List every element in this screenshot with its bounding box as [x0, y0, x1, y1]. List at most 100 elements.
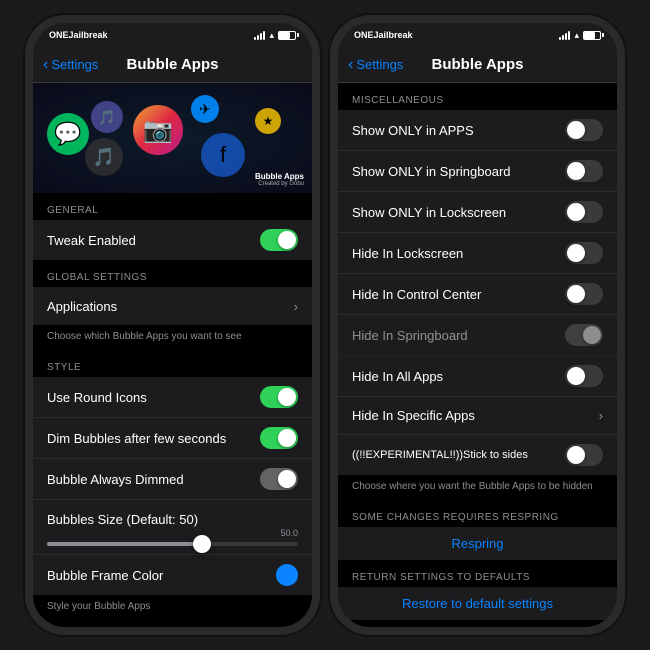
page-title-left: Bubble Apps — [127, 56, 219, 73]
hero-image: 💬 🎵 🎵 📷 ✈ f ★ Bubble Apps Created — [33, 83, 312, 193]
tweak-enabled-row[interactable]: Tweak Enabled — [33, 220, 312, 260]
tweak-enabled-label: Tweak Enabled — [47, 233, 136, 248]
nav-bar-right: ‹ Settings Bubble Apps — [338, 47, 617, 83]
hero-title: Bubble Apps — [255, 172, 304, 181]
applications-row[interactable]: Applications › — [33, 287, 312, 325]
section-header-general: GENERAL — [33, 193, 312, 220]
show-only-apps-label: Show ONLY in APPS — [352, 123, 474, 138]
dim-bubbles-label: Dim Bubbles after few seconds — [47, 431, 226, 446]
section-badges: BADGES — [33, 620, 312, 627]
stick-to-sides-toggle[interactable] — [565, 444, 603, 466]
stick-to-sides-row[interactable]: ((!!EXPERIMENTAL!!))Stick to sides — [338, 435, 617, 475]
section-defaults: RETURN SETTINGS TO DEFAULTS Restore to d… — [338, 560, 617, 620]
style-sublabel: Style your Bubble Apps — [33, 595, 312, 620]
carrier-left: ONEJailbreak — [49, 30, 108, 40]
show-only-springboard-label: Show ONLY in Springboard — [352, 164, 511, 179]
hide-specific-apps-label: Hide In Specific Apps — [352, 408, 475, 423]
show-only-springboard-row[interactable]: Show ONLY in Springboard — [338, 151, 617, 192]
back-label-left: Settings — [51, 57, 98, 72]
restore-defaults-button[interactable]: Restore to default settings — [338, 587, 617, 620]
slider-track: 50.0 — [47, 542, 298, 546]
stick-to-sides-label: ((!!EXPERIMENTAL!!))Stick to sides — [352, 449, 528, 461]
status-icons-right: ▴ — [559, 30, 601, 41]
bubbles-size-row: Bubbles Size (Default: 50) — [33, 500, 312, 538]
nav-bar-left: ‹ Settings Bubble Apps — [33, 47, 312, 83]
section-style: STYLE Use Round Icons Dim Bubbles after … — [33, 350, 312, 620]
section-header-global: GLOBAL SETTINGS — [33, 260, 312, 287]
bubbles-size-slider[interactable]: 50.0 — [33, 538, 312, 555]
section-body-general: Tweak Enabled — [33, 220, 312, 260]
battery-icon — [278, 31, 296, 40]
signal-icon-right — [559, 31, 570, 40]
always-dimmed-label: Bubble Always Dimmed — [47, 472, 184, 487]
section-body-misc: Show ONLY in APPS Show ONLY in Springboa… — [338, 110, 617, 475]
always-dimmed-toggle[interactable] — [260, 468, 298, 490]
hide-all-apps-toggle[interactable] — [565, 365, 603, 387]
hide-control-center-label: Hide In Control Center — [352, 287, 481, 302]
back-button-left[interactable]: ‹ Settings — [43, 57, 98, 73]
show-only-springboard-toggle[interactable] — [565, 160, 603, 182]
disclosure-chevron-icon: › — [294, 299, 298, 314]
section-header-misc: MISCELLANEOUS — [338, 83, 617, 110]
battery-icon-right — [583, 31, 601, 40]
status-icons-left: ▴ — [254, 30, 296, 41]
section-misc: MISCELLANEOUS Show ONLY in APPS Show ONL… — [338, 83, 617, 500]
hide-springboard-label: Hide In Springboard — [352, 328, 468, 343]
section-about: ABOUT ME 🍺 Buy me a beer ;) 🐦 Follow me … — [338, 620, 617, 627]
back-button-right[interactable]: ‹ Settings — [348, 57, 403, 73]
section-header-about: ABOUT ME — [338, 620, 617, 627]
hide-all-apps-row[interactable]: Hide In All Apps — [338, 356, 617, 397]
hide-lockscreen-label: Hide In Lockscreen — [352, 246, 463, 261]
hide-control-center-row[interactable]: Hide In Control Center — [338, 274, 617, 315]
content-left[interactable]: 💬 🎵 🎵 📷 ✈ f ★ Bubble Apps Created — [33, 83, 312, 627]
round-icons-row[interactable]: Use Round Icons — [33, 377, 312, 418]
hide-specific-apps-row[interactable]: Hide In Specific Apps › — [338, 397, 617, 435]
bubble-small1: 🎵 — [91, 101, 123, 133]
hide-lockscreen-toggle[interactable] — [565, 242, 603, 264]
section-body-defaults: Restore to default settings — [338, 587, 617, 620]
content-right[interactable]: MISCELLANEOUS Show ONLY in APPS Show ONL… — [338, 83, 617, 627]
phone-right: ONEJailbreak ▴ ‹ Settings Bubble Apps MI… — [330, 15, 625, 635]
bubble-small2: ★ — [255, 108, 281, 134]
respring-label: Respring — [451, 536, 503, 551]
section-body-style: Use Round Icons Dim Bubbles after few se… — [33, 377, 312, 595]
section-header-badges: BADGES — [33, 620, 312, 627]
section-header-defaults: RETURN SETTINGS TO DEFAULTS — [338, 560, 617, 587]
carrier-right: ONEJailbreak — [354, 30, 413, 40]
respring-button[interactable]: Respring — [338, 527, 617, 560]
slider-value: 50.0 — [280, 528, 298, 538]
hero-subtitle: Created by Gobu — [255, 181, 304, 187]
show-only-lockscreen-label: Show ONLY in Lockscreen — [352, 205, 506, 220]
hide-springboard-row[interactable]: Hide In Springboard — [338, 315, 617, 356]
restore-defaults-label: Restore to default settings — [402, 596, 553, 611]
round-icons-label: Use Round Icons — [47, 390, 147, 405]
bubble-tiktok: 🎵 — [85, 138, 123, 176]
signal-icon — [254, 31, 265, 40]
chevron-left-icon-right: ‹ — [348, 57, 353, 73]
round-icons-toggle[interactable] — [260, 386, 298, 408]
frame-color-row[interactable]: Bubble Frame Color — [33, 555, 312, 595]
show-only-apps-row[interactable]: Show ONLY in APPS — [338, 110, 617, 151]
bubble-whatsapp: 💬 — [47, 113, 89, 155]
hide-springboard-toggle[interactable] — [565, 324, 603, 346]
show-only-apps-toggle[interactable] — [565, 119, 603, 141]
hide-control-center-toggle[interactable] — [565, 283, 603, 305]
slider-thumb[interactable] — [193, 535, 211, 553]
show-only-lockscreen-toggle[interactable] — [565, 201, 603, 223]
hide-lockscreen-row[interactable]: Hide In Lockscreen — [338, 233, 617, 274]
status-bar-left: ONEJailbreak ▴ — [33, 23, 312, 47]
dim-bubbles-row[interactable]: Dim Bubbles after few seconds — [33, 418, 312, 459]
section-respring: SOME CHANGES REQUIRES RESPRING Respring — [338, 500, 617, 560]
color-circle[interactable] — [276, 564, 298, 586]
show-only-lockscreen-row[interactable]: Show ONLY in Lockscreen — [338, 192, 617, 233]
bubble-telegram: ✈ — [191, 95, 219, 123]
section-body-global: Applications › — [33, 287, 312, 325]
always-dimmed-row[interactable]: Bubble Always Dimmed — [33, 459, 312, 500]
disclosure-chevron-icon-2: › — [599, 408, 603, 423]
section-general: GENERAL Tweak Enabled — [33, 193, 312, 260]
dim-bubbles-toggle[interactable] — [260, 427, 298, 449]
tweak-enabled-toggle[interactable] — [260, 229, 298, 251]
wifi-icon: ▴ — [269, 30, 274, 41]
frame-color-label: Bubble Frame Color — [47, 568, 163, 583]
section-global: GLOBAL SETTINGS Applications › Choose wh… — [33, 260, 312, 350]
